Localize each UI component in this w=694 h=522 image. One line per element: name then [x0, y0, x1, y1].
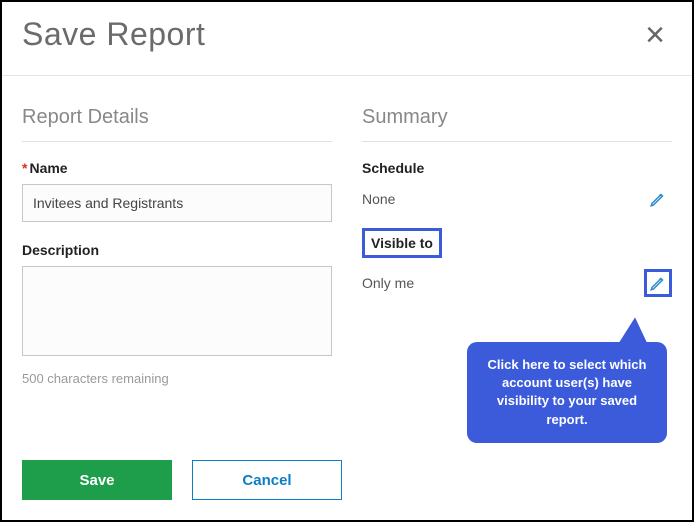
required-asterisk: * [22, 160, 27, 176]
name-label: * Name [22, 160, 332, 176]
description-label: Description [22, 242, 332, 258]
schedule-value: None [362, 191, 395, 207]
visible-to-label: Visible to [362, 228, 442, 258]
dialog-header: Save Report × [2, 2, 692, 76]
close-icon[interactable]: × [638, 18, 672, 52]
report-details-column: Report Details * Name Description 500 ch… [22, 106, 332, 386]
edit-schedule-button[interactable] [644, 185, 672, 213]
visible-to-value: Only me [362, 275, 414, 291]
edit-visibility-button[interactable] [644, 269, 672, 297]
dialog-footer: Save Cancel [22, 460, 342, 500]
char-remaining: 500 characters remaining [22, 371, 332, 386]
pencil-icon [649, 274, 667, 292]
summary-heading: Summary [362, 106, 672, 142]
annotation-callout: Click here to select which account user(… [467, 342, 667, 443]
pencil-icon [649, 190, 667, 208]
save-button[interactable]: Save [22, 460, 172, 500]
schedule-row: None [362, 184, 672, 214]
description-input[interactable] [22, 266, 332, 356]
cancel-button[interactable]: Cancel [192, 460, 342, 500]
visible-to-row: Only me [362, 268, 672, 298]
schedule-label: Schedule [362, 160, 672, 176]
name-label-text: Name [29, 160, 67, 176]
report-details-heading: Report Details [22, 106, 332, 142]
name-input[interactable] [22, 184, 332, 222]
dialog-title: Save Report [22, 16, 205, 53]
